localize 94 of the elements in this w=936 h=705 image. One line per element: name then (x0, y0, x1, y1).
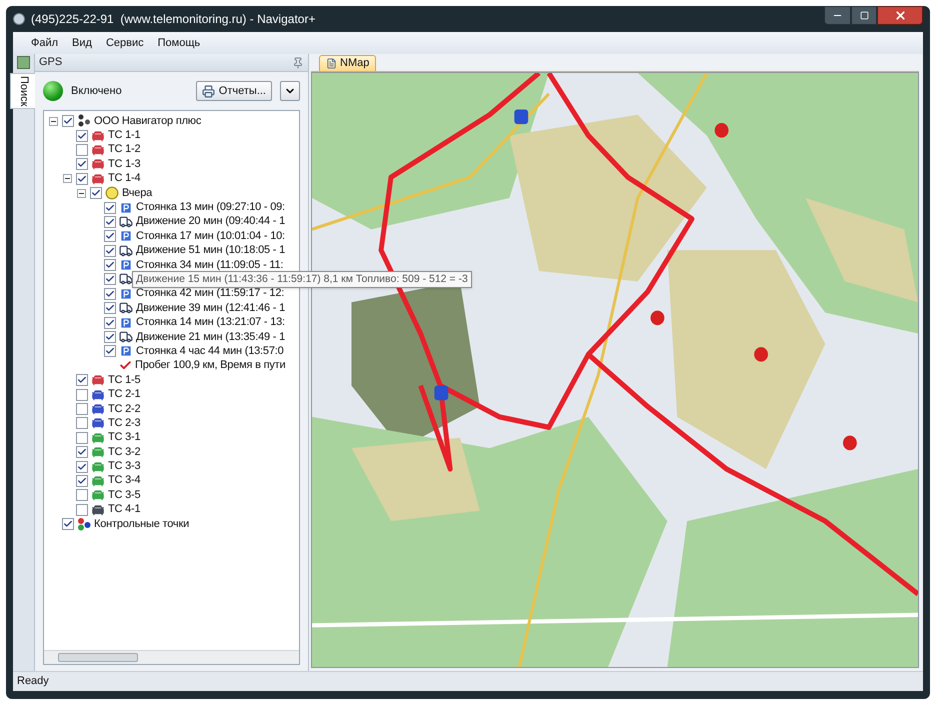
checkbox[interactable] (104, 216, 116, 228)
parking-icon (119, 286, 133, 301)
tree-item[interactable]: ТС 3-3 (108, 461, 140, 472)
tree-item[interactable]: ТС 3-4 (108, 475, 140, 486)
tree-item[interactable]: Движение 21 мин (13:35:49 - 1 (136, 332, 286, 343)
document-icon (326, 58, 337, 69)
checkbox[interactable] (104, 288, 116, 300)
printer-icon (202, 84, 215, 98)
tree-item[interactable]: Стоянка 42 мин (11:59:17 - 12: (136, 288, 284, 300)
tree-item[interactable]: Вчера (122, 188, 152, 199)
checkbox[interactable] (104, 259, 116, 272)
checkbox[interactable] (76, 489, 88, 502)
parking-icon (119, 200, 133, 215)
checkbox[interactable] (76, 158, 88, 170)
checkbox[interactable] (62, 115, 74, 128)
panel-title: GPS (39, 55, 62, 70)
truck-icon (119, 244, 133, 258)
checkbox[interactable] (76, 446, 88, 458)
tree-item[interactable]: Стоянка 4 час 44 мин (13:57:0 (136, 346, 284, 357)
parking-icon (119, 344, 133, 358)
truck-icon (119, 214, 133, 229)
checkbox[interactable] (76, 417, 88, 430)
tree-item[interactable]: Движение 39 мин (12:41:46 - 1 (136, 302, 286, 314)
tree-item[interactable]: ТС 4-1 (108, 504, 140, 516)
tree-item[interactable]: ТС 2-3 (108, 418, 140, 429)
tree-item[interactable]: ТС 1-4 (108, 173, 140, 184)
checkbox[interactable] (104, 302, 116, 314)
maximize-button[interactable] (851, 6, 877, 25)
tree-item[interactable]: ТС 1-3 (108, 158, 140, 170)
checkbox[interactable] (76, 403, 88, 415)
checkbox[interactable] (104, 331, 116, 344)
tree-item[interactable]: Стоянка 17 мин (10:01:04 - 10: (136, 230, 285, 242)
status-text: Ready (17, 674, 49, 690)
vehicles-group-icon (77, 114, 91, 128)
checkbox[interactable] (76, 374, 88, 386)
maximize-icon (860, 11, 868, 20)
expander[interactable] (77, 188, 86, 198)
truck-icon (119, 330, 133, 344)
tree-item[interactable]: ТС 2-1 (108, 389, 140, 400)
truck-icon (119, 272, 133, 286)
tree-item[interactable]: ТС 3-5 (108, 490, 140, 501)
tree-item[interactable]: ТС 3-2 (108, 446, 140, 458)
checkbox[interactable] (90, 187, 102, 200)
menu-item[interactable]: Файл (31, 34, 58, 52)
menu-item[interactable]: Помощь (158, 34, 200, 52)
dropdown-button[interactable] (280, 81, 300, 101)
app-icon (13, 13, 25, 25)
expander[interactable] (63, 174, 72, 184)
tree-item[interactable]: ТС 1-1 (108, 130, 140, 142)
checkbox[interactable] (104, 202, 116, 214)
window-title: (495)225-22-91 (www.telemonitoring.ru) - Navigator+ (31, 11, 316, 28)
tooltip: Движение 15 мин (11:43:36 - 11:59:17) 8,1 км Топливо: 509 - 512 = -3 (132, 271, 472, 288)
menu-item[interactable]: Вид (72, 34, 92, 52)
parking-icon (119, 229, 133, 244)
pin-icon[interactable] (292, 56, 304, 68)
tree-item[interactable]: ТС 2-2 (108, 404, 140, 414)
checkbox[interactable] (104, 244, 116, 257)
checkbox[interactable] (76, 130, 88, 142)
parking-icon (119, 316, 133, 330)
horizontal-scrollbar[interactable] (44, 650, 299, 664)
checkbox[interactable] (76, 172, 88, 185)
checkbox[interactable] (104, 316, 116, 329)
close-button[interactable] (877, 6, 923, 25)
checkbox[interactable] (76, 432, 88, 444)
tree-item[interactable]: Стоянка 34 мин (11:09:05 - 11: (136, 260, 284, 271)
menu-item[interactable]: Сервис (106, 34, 144, 52)
tree-item[interactable]: Стоянка 13 мин (09:27:10 - 09: (136, 202, 285, 214)
parking-icon (119, 258, 133, 272)
close-icon (894, 9, 906, 22)
expander[interactable] (49, 116, 58, 126)
tree-item[interactable]: Стоянка 14 мин (13:21:07 - 13: (136, 317, 285, 328)
tree-item[interactable]: Движение 51 мин (10:18:05 - 1 (136, 245, 286, 256)
checkbox[interactable] (104, 273, 116, 286)
side-tab[interactable]: Поиск (10, 73, 37, 110)
checkbox[interactable] (104, 345, 116, 358)
status-label: Включено (71, 84, 122, 99)
checkbox[interactable] (76, 504, 88, 516)
colored-dots-icon (77, 517, 91, 532)
tree-item[interactable]: Контрольные точки (94, 518, 190, 530)
truck-icon (119, 301, 133, 316)
checkbox[interactable] (76, 460, 88, 473)
tree-item[interactable]: Пробег 100,9 км, Время в пути (135, 360, 286, 372)
reports-button[interactable]: Отчеты... (196, 81, 272, 101)
tree-item[interactable]: ТС 3-1 (108, 432, 140, 444)
checkbox[interactable] (62, 518, 74, 530)
checkbox[interactable] (76, 474, 88, 487)
tree-item[interactable]: ТС 1-2 (108, 144, 140, 156)
tree-item[interactable]: Движение 20 мин (09:40:44 - 1 (136, 216, 286, 228)
checkbox[interactable] (76, 144, 88, 156)
tree-item[interactable]: ООО Навигатор плюс (94, 116, 202, 127)
checkbox[interactable] (76, 388, 88, 401)
checkbox[interactable] (104, 230, 116, 242)
map-tab[interactable]: NMap (319, 55, 376, 71)
tree-item[interactable]: ТС 1-5 (108, 374, 140, 386)
